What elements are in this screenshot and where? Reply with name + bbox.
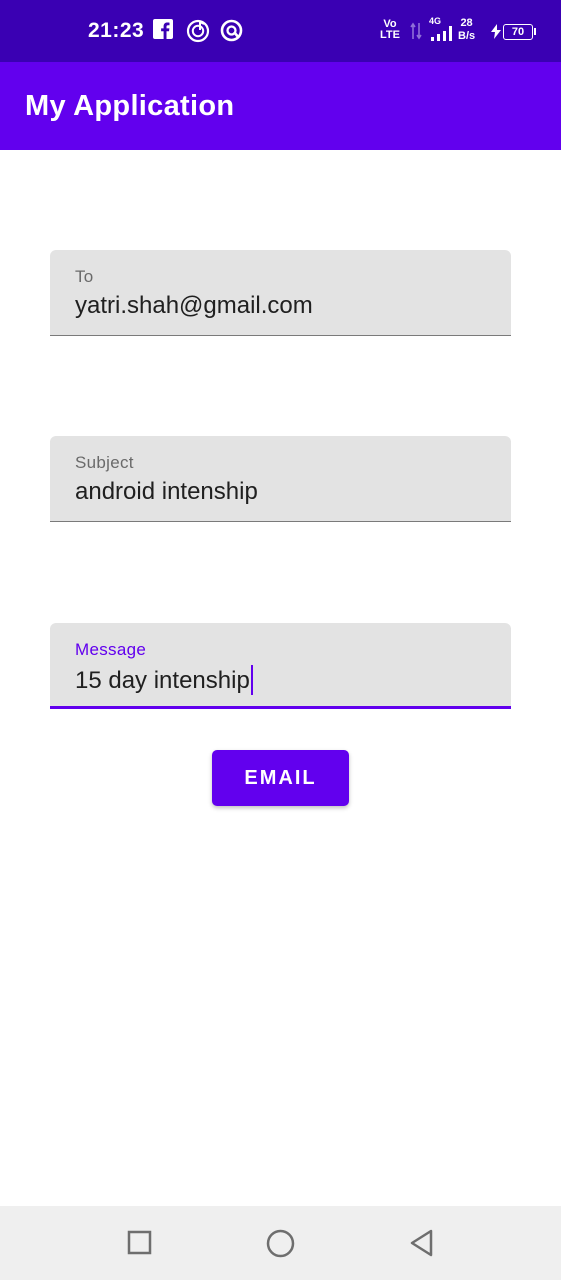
subject-field-value: android intenship [75,478,258,505]
app-icon [220,19,243,47]
network-type: 4G [429,16,442,26]
navigation-bar [0,1206,561,1280]
subject-field[interactable]: Subject android intenship [50,436,511,522]
status-bar: 21:23 Vo LTE 4G 28 B/s 70 [0,0,561,62]
recents-icon[interactable] [127,1230,153,1261]
speed-value: 28 [460,17,473,29]
message-field-value: 15 day intenship [75,667,250,694]
to-field-label: To [75,267,94,286]
app-bar: My Application [0,62,561,150]
text-cursor [250,665,254,695]
status-time: 21:23 [88,19,145,42]
to-field[interactable]: To yatri.shah@gmail.com [50,250,511,336]
network-speed: 28 B/s [458,17,475,43]
music-icon [186,19,210,48]
message-field-label: Message [75,640,147,659]
back-icon[interactable] [408,1228,436,1263]
subject-field-label: Subject [75,453,134,472]
battery-tip [534,28,536,35]
charging-icon [491,24,501,44]
speed-unit: B/s [458,30,476,42]
to-field-value: yatri.shah@gmail.com [75,292,313,319]
home-icon[interactable] [265,1228,296,1264]
volte-bottom: LTE [380,29,400,41]
volte-indicator: Vo LTE [380,19,400,41]
email-button[interactable]: EMAIL [212,750,349,806]
battery-icon: 70 [503,24,533,40]
battery-level: 70 [511,26,525,38]
message-field-content: 15 day intenship [75,665,254,695]
message-field[interactable]: Message 15 day intenship [50,623,511,709]
facebook-icon [153,19,173,44]
data-activity-icon [410,22,422,45]
app-title: My Application [25,90,235,122]
signal-icon [431,26,457,46]
